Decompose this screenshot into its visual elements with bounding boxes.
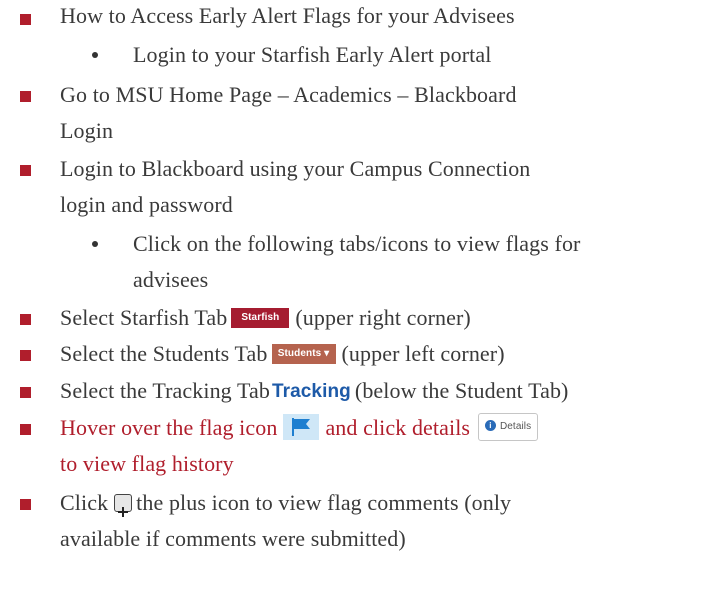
list-item-text-pre: Click <box>60 490 109 515</box>
students-tab-icon: Students ▾ <box>271 343 336 364</box>
tracking-tab-icon: Tracking <box>271 380 351 402</box>
list-item-text-continued: available if comments were submitted) <box>60 526 406 551</box>
list-item-text-continued: Login <box>60 118 114 143</box>
list-item-text: Go to MSU Home Page – Academics – Blackb… <box>60 82 517 107</box>
list-item-text: Login to your Starfish Early Alert porta… <box>133 42 492 67</box>
list-item-text-pre: Hover over the flag icon <box>60 415 278 440</box>
list-item-text-continued: to view flag history <box>60 451 234 476</box>
list-item-text: Click on the following tabs/icons to vie… <box>133 231 581 256</box>
list-item-text-post: (upper left corner) <box>341 341 505 366</box>
list-item-text: Hover over the flag icon and click detai… <box>60 410 539 446</box>
starfish-tab-icon: Starfish <box>231 307 290 328</box>
list-item-text: Select the Tracking Tab Tracking (below th… <box>60 373 568 411</box>
list-item-text-post: (below the Student Tab) <box>354 378 569 403</box>
list-item-text-pre: Select the Students Tab <box>60 341 268 366</box>
list-item-text: How to Access Early Alert Flags for your… <box>60 3 515 28</box>
details-button: i Details <box>478 412 539 441</box>
square-bullet <box>20 14 31 25</box>
list-item-text-pre: Select the Tracking Tab <box>60 378 270 403</box>
square-bullet <box>20 387 31 398</box>
list-item-text-mid: and click details <box>325 415 471 440</box>
plus-box-icon <box>114 493 133 517</box>
details-button-label: Details <box>499 420 532 432</box>
square-bullet <box>20 350 31 361</box>
flag-icon <box>283 413 320 440</box>
square-bullet <box>20 91 31 102</box>
square-bullet <box>20 499 31 510</box>
info-icon: i <box>484 419 496 431</box>
square-bullet <box>20 314 31 325</box>
list-item-text-continued: advisees <box>133 267 209 292</box>
slide-content: How to Access Early Alert Flags for your… <box>0 0 714 616</box>
list-item-text: Click the plus icon to view flag comment… <box>60 485 511 521</box>
list-item-text-post: the plus icon to view flag comments (onl… <box>136 490 512 515</box>
square-bullet <box>20 424 31 435</box>
dot-bullet <box>92 52 98 58</box>
list-item-text-continued: login and password <box>60 192 233 217</box>
list-item-text: Select the Students Tab Students ▾ (upper … <box>60 336 505 372</box>
list-item-text: Select Starfish Tab Starfish (upper right … <box>60 300 471 336</box>
list-item-text: Login to Blackboard using your Campus Co… <box>60 156 531 181</box>
list-item-text-pre: Select Starfish Tab <box>60 305 228 330</box>
dot-bullet <box>92 241 98 247</box>
square-bullet <box>20 165 31 176</box>
list-item-text-post: (upper right corner) <box>295 305 471 330</box>
